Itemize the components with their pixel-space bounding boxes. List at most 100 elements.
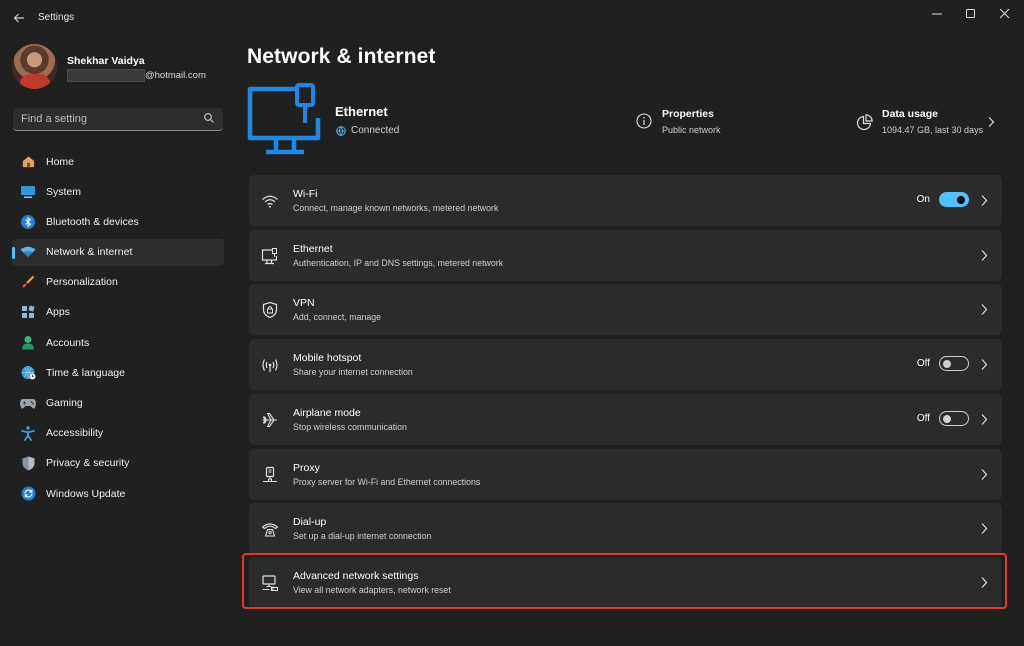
avatar: [12, 44, 57, 89]
card-subtitle: Add, connect, manage: [293, 312, 382, 322]
chevron-right-icon: [981, 523, 988, 534]
vpn-card[interactable]: VPN Add, connect, manage: [249, 284, 1002, 335]
advanced-network-icon: [262, 575, 278, 591]
dial-up-card[interactable]: Dial-up Set up a dial-up internet connec…: [249, 503, 1002, 554]
sidebar-item-system[interactable]: System: [12, 178, 224, 205]
chevron-right-icon: [981, 414, 988, 425]
dialup-icon: [261, 523, 279, 537]
chevron-right-icon: [988, 117, 995, 127]
page-title: Network & internet: [247, 45, 436, 68]
properties-title: Properties: [662, 108, 714, 120]
sidebar-item-windows-update[interactable]: Windows Update: [12, 480, 224, 507]
wifi-card[interactable]: Wi-Fi Connect, manage known networks, me…: [249, 175, 1002, 226]
sidebar-item-label: System: [46, 185, 82, 198]
card-title: Wi-Fi: [293, 188, 318, 200]
minimize-icon: [932, 13, 942, 15]
chevron-right-icon: [981, 250, 988, 261]
card-subtitle: Share your internet connection: [293, 367, 413, 377]
toggle-state-label: Off: [916, 358, 930, 369]
mobile-hotspot-card[interactable]: Mobile hotspot Share your internet conne…: [249, 339, 1002, 390]
sidebar-item-home[interactable]: Home: [12, 148, 224, 175]
card-subtitle: Stop wireless communication: [293, 422, 407, 432]
connection-status: Connected: [336, 125, 399, 136]
mobile-hotspot-toggle[interactable]: [939, 356, 969, 371]
card-subtitle: Connect, manage known networks, metered …: [293, 203, 499, 213]
chevron-right-icon: [981, 304, 988, 315]
data-usage-title: Data usage: [882, 108, 939, 120]
sidebar-item-time-language[interactable]: Time & language: [12, 359, 224, 386]
sidebar-item-label: Privacy & security: [46, 457, 130, 470]
sidebar-item-label: Home: [46, 155, 75, 168]
back-button[interactable]: [8, 6, 30, 30]
pie-chart-icon: [856, 114, 873, 131]
chevron-right-icon: [981, 195, 988, 206]
card-subtitle: View all network adapters, network reset: [293, 585, 451, 595]
airplane-mode-toggle[interactable]: [939, 411, 969, 426]
search-input[interactable]: Find a setting: [13, 108, 223, 131]
sidebar-item-network[interactable]: Network & internet: [12, 238, 224, 266]
ethernet-computer-icon: [247, 83, 321, 155]
toggle-state-label: Off: [916, 413, 930, 424]
close-button[interactable]: [988, 0, 1022, 28]
sidebar-item-label: Gaming: [46, 397, 83, 409]
card-title: VPN: [293, 297, 315, 309]
chevron-right-icon: [981, 577, 988, 588]
sidebar-item-privacy-security[interactable]: Privacy & security: [12, 450, 224, 477]
maximize-button[interactable]: [954, 0, 988, 28]
bluetooth-icon: [20, 214, 36, 230]
profile-email-suffix: @hotmail.com: [145, 70, 206, 81]
connection-name: Ethernet: [335, 104, 388, 119]
card-title: Airplane mode: [293, 407, 361, 419]
sidebar-item-apps[interactable]: Apps: [12, 299, 224, 326]
airplane-mode-card[interactable]: Airplane mode Stop wireless communicatio…: [249, 394, 1002, 445]
close-icon: [1000, 9, 1010, 19]
brush-icon: [20, 274, 36, 290]
shield-icon: [20, 455, 36, 471]
card-subtitle: Set up a dial-up internet connection: [293, 531, 432, 541]
card-subtitle: Proxy server for Wi-Fi and Ethernet conn…: [293, 477, 481, 487]
user-profile[interactable]: Shekhar Vaidya @hotmail.com: [12, 44, 232, 90]
network-icon: [20, 244, 36, 260]
vpn-shield-icon: [262, 301, 278, 319]
accessibility-icon: [20, 425, 36, 441]
sidebar-item-gaming[interactable]: Gaming: [12, 390, 224, 417]
globe-icon: [336, 125, 346, 136]
profile-email: @hotmail.com: [67, 69, 206, 82]
card-title: Ethernet: [293, 243, 333, 255]
sidebar-item-accounts[interactable]: Accounts: [12, 329, 224, 356]
properties-subtitle: Public network: [662, 125, 721, 135]
sidebar-item-accessibility[interactable]: Accessibility: [12, 420, 224, 447]
info-icon: [636, 113, 652, 129]
minimize-button[interactable]: [920, 0, 954, 28]
apps-icon: [20, 304, 36, 320]
sidebar-item-personalization[interactable]: Personalization: [12, 269, 224, 296]
back-arrow-icon: [13, 13, 24, 23]
toggle-state-label: On: [916, 194, 930, 205]
title-bar: Settings: [0, 0, 1024, 36]
connection-status-text: Connected: [351, 125, 400, 136]
app-title: Settings: [38, 12, 75, 23]
airplane-icon: [262, 412, 277, 428]
ethernet-card[interactable]: Ethernet Authentication, IP and DNS sett…: [249, 230, 1002, 281]
profile-name: Shekhar Vaidya: [67, 55, 145, 67]
sidebar-item-label: Personalization: [46, 276, 118, 289]
sidebar-item-label: Bluetooth & devices: [46, 215, 139, 228]
chevron-right-icon: [981, 469, 988, 480]
gamepad-icon: [20, 395, 36, 411]
sidebar-item-label: Network & internet: [46, 246, 133, 259]
sidebar-item-bluetooth[interactable]: Bluetooth & devices: [12, 208, 224, 235]
sidebar-item-label: Windows Update: [46, 487, 126, 500]
maximize-icon: [966, 9, 975, 18]
sidebar-item-label: Apps: [46, 306, 70, 319]
update-icon: [20, 486, 36, 502]
sidebar-item-label: Time & language: [46, 366, 125, 379]
chevron-right-icon: [981, 359, 988, 370]
accounts-icon: [20, 335, 36, 351]
wifi-icon: [262, 195, 278, 208]
hotspot-icon: [262, 359, 278, 372]
advanced-network-settings-card[interactable]: Advanced network settings View all netwo…: [249, 557, 1002, 608]
proxy-card[interactable]: Proxy Proxy server for Wi-Fi and Etherne…: [249, 449, 1002, 500]
search-placeholder: Find a setting: [21, 113, 88, 125]
wifi-toggle[interactable]: [939, 192, 969, 207]
data-usage-link[interactable]: Data usage 1094.47 GB, last 30 days: [856, 108, 1000, 140]
